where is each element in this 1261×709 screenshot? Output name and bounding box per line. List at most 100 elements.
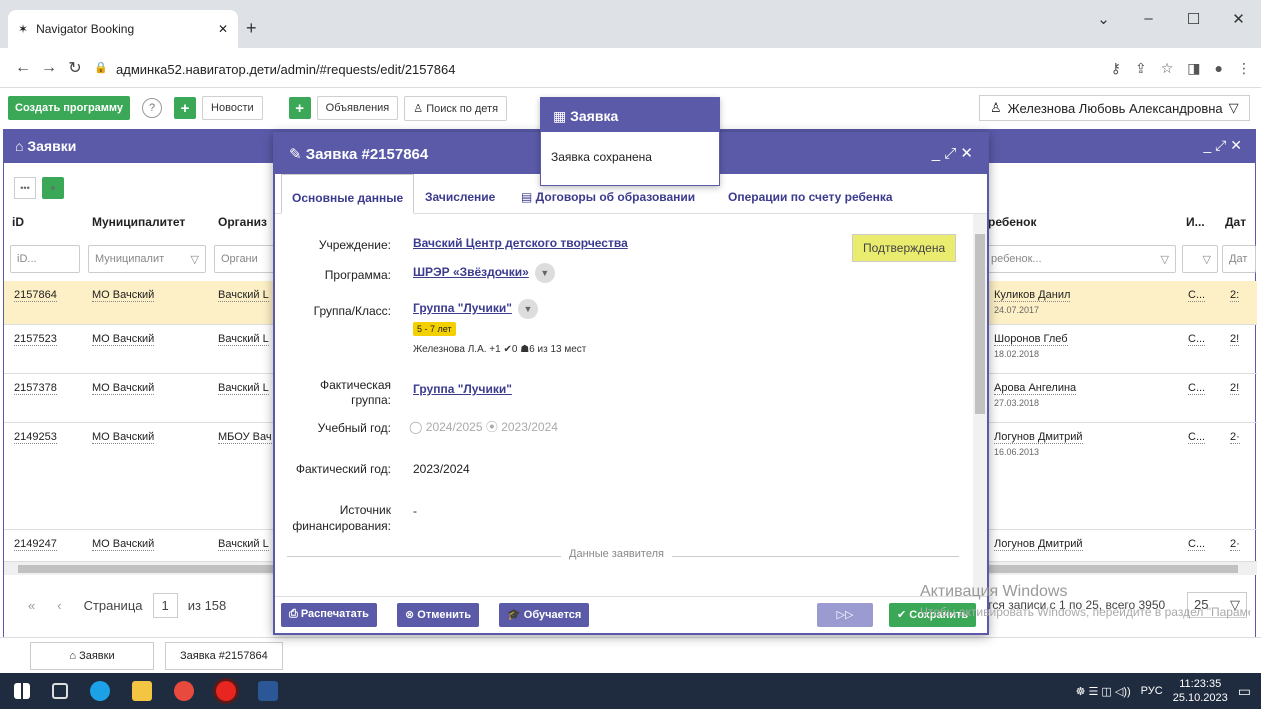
cell-org[interactable]: Вачский L	[218, 333, 269, 346]
cell-child[interactable]: Куликов Данил	[994, 289, 1071, 302]
page-input[interactable]: 1	[152, 592, 178, 618]
cell-org[interactable]: Вачский L	[218, 289, 269, 302]
user-menu[interactable]: ♙ Железнова Любовь Александровна ▽	[979, 95, 1250, 121]
notifications-icon[interactable]: ▭	[1238, 683, 1251, 700]
tab-enrollment[interactable]: Зачисление	[425, 174, 495, 214]
window-tab-request[interactable]: Заявка #2157864	[165, 642, 283, 670]
menu-icon[interactable]: ⋮	[1237, 60, 1251, 77]
col-child[interactable]: ребенок	[988, 215, 1037, 229]
share-icon[interactable]: ⇪	[1135, 60, 1147, 77]
cell-d[interactable]: 2!	[1230, 382, 1240, 395]
cell-id[interactable]: 2157864	[14, 289, 57, 302]
profile-icon[interactable]: ●	[1215, 60, 1223, 77]
cell-i[interactable]: С...	[1188, 289, 1206, 302]
explorer-icon[interactable]	[132, 681, 152, 701]
chevron-down-icon[interactable]: ▼	[517, 299, 538, 319]
radio-2023-2024[interactable]: ⦿	[486, 420, 501, 434]
cell-d[interactable]: 2·	[1230, 538, 1240, 551]
browser-tab[interactable]: ✶ Navigator Booking ✕	[8, 10, 238, 48]
modal-window-controls[interactable]: _ ⤢ ✕	[932, 144, 973, 162]
filter-child[interactable]: ребенок... ▽	[984, 245, 1176, 273]
help-icon[interactable]: ?	[142, 98, 163, 118]
col-municipality[interactable]: Муниципалитет	[92, 215, 185, 229]
task-view-icon[interactable]	[52, 683, 68, 699]
news-button[interactable]: Новости	[202, 96, 263, 120]
announcements-button[interactable]: Объявления	[316, 96, 399, 120]
cell-d[interactable]: 2!	[1230, 333, 1240, 346]
cell-id[interactable]: 2149247	[14, 538, 57, 551]
tab-main-data[interactable]: Основные данные	[281, 174, 415, 214]
actual-group-link[interactable]: Группа "Лучики"	[413, 382, 512, 396]
edge-icon[interactable]	[90, 681, 110, 701]
reload-icon[interactable]: ↻	[62, 58, 88, 78]
cell-mun[interactable]: МО Вачский	[92, 289, 155, 302]
minimize-icon[interactable]: –	[1126, 10, 1171, 28]
cell-child[interactable]: Логунов Дмитрий	[994, 538, 1083, 551]
close-tab-icon[interactable]: ✕	[218, 22, 228, 36]
windows-start-icon[interactable]	[14, 683, 30, 699]
cell-i[interactable]: С...	[1188, 431, 1206, 444]
url-field[interactable]: админка52.навигатор.дети/admin/#requests…	[116, 62, 455, 77]
col-organization[interactable]: Организ	[218, 215, 267, 229]
cell-child[interactable]: Логунов Дмитрий	[994, 431, 1083, 444]
next-step-button[interactable]: ▷▷	[817, 603, 873, 627]
chevron-down-icon[interactable]: ▼	[534, 263, 555, 283]
cell-mun[interactable]: МО Вачский	[92, 333, 155, 346]
window-controls[interactable]: _ ⤢ ✕	[1204, 137, 1243, 154]
filter-municipality[interactable]: Муниципалит ▽	[88, 245, 206, 273]
add-request-button[interactable]: +	[42, 177, 64, 199]
forward-icon[interactable]: →	[36, 59, 62, 77]
star-icon[interactable]: ☆	[1161, 60, 1174, 77]
add-news-icon[interactable]: +	[174, 97, 197, 119]
tab-account-operations[interactable]: Операции по счету ребенка	[728, 174, 893, 214]
window-tab-requests[interactable]: ⌂ Заявки	[30, 642, 154, 670]
cell-child[interactable]: Шоронов Глеб	[994, 333, 1068, 346]
cell-i[interactable]: С...	[1188, 382, 1206, 395]
key-icon[interactable]: ⚷	[1111, 60, 1121, 77]
clock[interactable]: 11:23:35 25.10.2023	[1173, 677, 1228, 705]
cell-org[interactable]: МБОУ Вач	[218, 431, 272, 444]
chrome-icon[interactable]	[174, 681, 194, 701]
cell-d[interactable]: 2·	[1230, 431, 1240, 444]
col-date[interactable]: Дат	[1225, 215, 1246, 229]
cell-id[interactable]: 2149253	[14, 431, 57, 444]
prev-page-icon[interactable]: ‹	[57, 598, 61, 613]
cell-i[interactable]: С...	[1188, 538, 1206, 551]
sidepanel-icon[interactable]: ◨	[1187, 60, 1200, 77]
new-tab-button[interactable]: +	[246, 18, 257, 39]
back-icon[interactable]: ←	[10, 59, 36, 77]
filter-date[interactable]: Дат	[1222, 245, 1256, 273]
cell-id[interactable]: 2157523	[14, 333, 57, 346]
tray-icons[interactable]: ☸ ☰ ◫ ◁))	[1076, 685, 1131, 698]
col-i[interactable]: И...	[1186, 215, 1205, 229]
language-indicator[interactable]: РУС	[1141, 685, 1163, 697]
cancel-button[interactable]: ⊗ Отменить	[397, 603, 480, 627]
cell-org[interactable]: Вачский L	[218, 382, 269, 395]
create-program-button[interactable]: Создать программу	[8, 96, 131, 120]
radio-2024-2025[interactable]: ◯	[409, 420, 426, 434]
search-child-button[interactable]: ♙ Поиск по детя	[404, 95, 508, 121]
cell-i[interactable]: С...	[1188, 333, 1206, 346]
group-link[interactable]: Группа "Лучики"	[413, 301, 512, 315]
cell-child[interactable]: Арова Ангелина	[994, 382, 1077, 395]
filter-id[interactable]: iD...	[10, 245, 80, 273]
cell-mun[interactable]: МО Вачский	[92, 538, 155, 551]
filter-organization[interactable]: Органи	[214, 245, 278, 273]
program-link[interactable]: ШРЭР «Звёздочки»	[413, 265, 529, 279]
modal-scroll-thumb[interactable]	[975, 234, 985, 414]
cell-org[interactable]: Вачский L	[218, 538, 269, 551]
filter-i[interactable]: ▽	[1182, 245, 1218, 273]
print-button[interactable]: ⎙ Распечатать	[281, 603, 377, 627]
maximize-icon[interactable]: ☐	[1171, 10, 1216, 28]
first-page-icon[interactable]: «	[28, 598, 35, 613]
more-icon[interactable]: •••	[14, 177, 36, 199]
add-announcement-icon[interactable]: +	[288, 97, 311, 119]
close-window-icon[interactable]: ✕	[1216, 10, 1261, 28]
col-id[interactable]: iD	[12, 215, 24, 229]
word-icon[interactable]	[258, 681, 278, 701]
cell-mun[interactable]: МО Вачский	[92, 382, 155, 395]
cell-mun[interactable]: МО Вачский	[92, 431, 155, 444]
studying-button[interactable]: 🎓 Обучается	[499, 603, 590, 627]
cell-d[interactable]: 2:	[1230, 289, 1240, 302]
institution-link[interactable]: Вачский Центр детского творчества	[413, 236, 628, 250]
